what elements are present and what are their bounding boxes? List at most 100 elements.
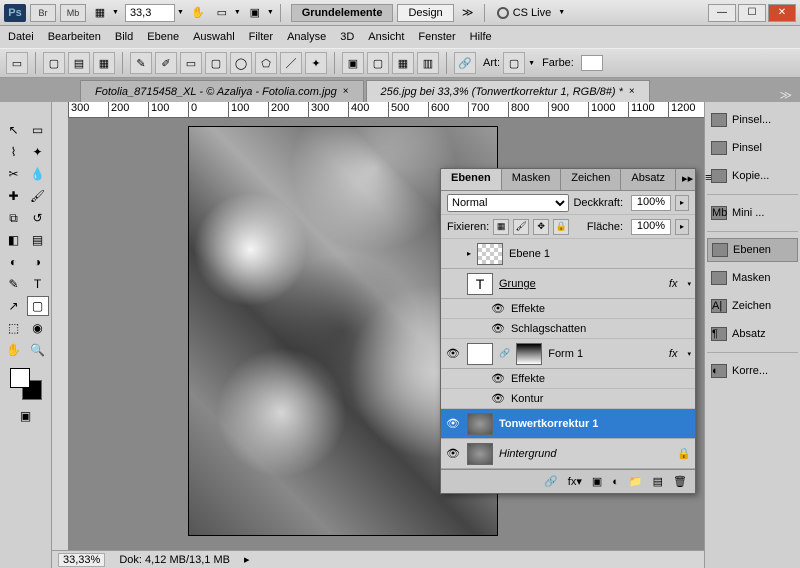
hand-icon[interactable]: ✋: [188, 4, 208, 22]
bridge-button[interactable]: Br: [30, 4, 56, 22]
menu-fenster[interactable]: Fenster: [418, 31, 455, 43]
dock-masken[interactable]: Masken: [707, 266, 798, 290]
panel-collapse-icon[interactable]: ▸▸: [676, 169, 699, 190]
chevron-right-icon[interactable]: ▸: [675, 195, 689, 211]
eye-icon[interactable]: 👁: [491, 372, 505, 385]
pen-icon[interactable]: ✎: [130, 52, 152, 74]
layer-effects[interactable]: 👁Effekte: [441, 369, 695, 389]
group-icon[interactable]: 📁: [629, 475, 643, 488]
fx-badge[interactable]: fx: [669, 348, 678, 360]
menu-ansicht[interactable]: Ansicht: [368, 31, 404, 43]
move-tool[interactable]: ↖: [3, 120, 25, 140]
path-tool[interactable]: ↗: [3, 296, 25, 316]
fill-pixels-icon[interactable]: ▦: [93, 52, 115, 74]
workspace-design[interactable]: Design: [397, 4, 453, 22]
fill-input[interactable]: 100%: [631, 219, 671, 235]
gradient-tool[interactable]: ▤: [27, 230, 49, 250]
minimize-button[interactable]: —: [708, 4, 736, 22]
layer-hintergrund[interactable]: 👁Hintergrund🔒: [441, 439, 695, 469]
eraser-tool[interactable]: ◧: [3, 230, 25, 250]
layer-effects[interactable]: 👁Effekte: [441, 299, 695, 319]
dock-absatz[interactable]: ¶Absatz: [707, 322, 798, 346]
dock-ebenen[interactable]: Ebenen: [707, 238, 798, 262]
shape-tool[interactable]: ▢: [27, 296, 49, 316]
eyedropper-tool[interactable]: 💧: [27, 164, 49, 184]
panel-menu-icon[interactable]: ≡: [699, 169, 717, 190]
hand-tool[interactable]: ✋: [3, 340, 25, 360]
chevron-down-icon[interactable]: ▼: [177, 9, 184, 16]
line-icon[interactable]: ／: [280, 52, 302, 74]
layer-schlagschatten[interactable]: 👁Schlagschatten: [441, 319, 695, 339]
chevron-right-icon[interactable]: ▸: [244, 553, 250, 566]
dock-pinsel-presets[interactable]: Pinsel...: [707, 108, 798, 132]
visibility-toggle[interactable]: 👁: [445, 347, 461, 360]
menu-filter[interactable]: Filter: [249, 31, 273, 43]
lock-pixels-icon[interactable]: 🖌: [513, 219, 529, 235]
tab-256[interactable]: 256.jpg bei 33,3% (Tonwertkorrektur 1, R…: [366, 80, 650, 102]
chevron-right-icon[interactable]: ▸: [675, 219, 689, 235]
lock-position-icon[interactable]: ✥: [533, 219, 549, 235]
eye-icon[interactable]: 👁: [491, 392, 505, 405]
lock-transparency-icon[interactable]: ▦: [493, 219, 509, 235]
link-layers-icon[interactable]: 🔗: [544, 475, 558, 488]
shape-layers-icon[interactable]: ▢: [43, 52, 65, 74]
dodge-tool[interactable]: ◑: [27, 252, 49, 272]
menu-hilfe[interactable]: Hilfe: [470, 31, 492, 43]
paths-icon[interactable]: ▤: [68, 52, 90, 74]
3d-tool[interactable]: ⬚: [3, 318, 25, 338]
new-layer-icon[interactable]: ▤: [653, 475, 663, 488]
layer-ebene-1[interactable]: ▸Ebene 1: [441, 239, 695, 269]
mask-icon[interactable]: ▣: [592, 475, 602, 488]
pen-tool[interactable]: ✎: [3, 274, 25, 294]
menu-analyse[interactable]: Analyse: [287, 31, 326, 43]
zoom-tool[interactable]: 🔍: [27, 340, 49, 360]
rounded-rect-icon[interactable]: ▢: [205, 52, 227, 74]
opacity-input[interactable]: 100%: [631, 195, 671, 211]
mini-bridge-button[interactable]: Mb: [60, 4, 86, 22]
panel-tab-zeichen[interactable]: Zeichen: [561, 169, 621, 190]
eye-icon[interactable]: 👁: [491, 302, 505, 315]
cs-live-button[interactable]: CS Live▼: [491, 7, 571, 19]
color-swatch[interactable]: [581, 55, 603, 71]
close-button[interactable]: ✕: [768, 4, 796, 22]
dock-zeichen[interactable]: A|Zeichen: [707, 294, 798, 318]
close-icon[interactable]: ×: [629, 86, 635, 97]
fx-badge[interactable]: fx: [669, 278, 678, 290]
heal-tool[interactable]: ✚: [3, 186, 25, 206]
polygon-icon[interactable]: ⬠: [255, 52, 277, 74]
layer-tonwertkorrektur[interactable]: 👁Tonwertkorrektur 1: [441, 409, 695, 439]
menu-ebene[interactable]: Ebene: [147, 31, 179, 43]
adjustment-icon[interactable]: ◐: [612, 476, 619, 488]
panel-tab-masken[interactable]: Masken: [502, 169, 562, 190]
close-icon[interactable]: ×: [343, 86, 349, 97]
arrange-icon[interactable]: ▭: [212, 4, 232, 22]
rectangle-icon[interactable]: ▭: [180, 52, 202, 74]
workspace-grundelemente[interactable]: Grundelemente: [291, 4, 394, 22]
menu-datei[interactable]: Datei: [8, 31, 34, 43]
blur-tool[interactable]: ◐: [3, 252, 25, 272]
zoom-status[interactable]: 33,33%: [58, 553, 105, 567]
trash-icon[interactable]: 🗑: [673, 475, 687, 488]
zoom-input[interactable]: 33,3: [125, 4, 175, 22]
tab-nav-next[interactable]: ≫: [771, 88, 800, 102]
dock-kopie[interactable]: Kopie...: [707, 164, 798, 188]
visibility-toggle[interactable]: 👁: [445, 417, 461, 430]
view-extras-icon[interactable]: ▦: [90, 4, 110, 22]
subtract-icon[interactable]: ▢: [367, 52, 389, 74]
dock-pinsel[interactable]: Pinsel: [707, 136, 798, 160]
exclude-icon[interactable]: ▥: [417, 52, 439, 74]
chevron-down-icon[interactable]: ▼: [112, 9, 119, 16]
blend-mode-select[interactable]: Normal: [447, 194, 569, 212]
color-swatches[interactable]: [10, 368, 42, 400]
screen-mode-icon[interactable]: ▣: [245, 4, 265, 22]
stamp-tool[interactable]: ⧉: [3, 208, 25, 228]
crop-tool[interactable]: ✂: [3, 164, 25, 184]
layer-form-1[interactable]: 👁🔗Form 1fx▾: [441, 339, 695, 369]
panel-tab-absatz[interactable]: Absatz: [621, 169, 676, 190]
visibility-toggle[interactable]: 👁: [445, 447, 461, 460]
dock-korrekturen[interactable]: ◐Korre...: [707, 359, 798, 383]
fg-color[interactable]: [10, 368, 30, 388]
fx-menu-icon[interactable]: fx▾: [568, 475, 582, 488]
menu-auswahl[interactable]: Auswahl: [193, 31, 235, 43]
panel-tab-ebenen[interactable]: Ebenen: [441, 169, 502, 190]
